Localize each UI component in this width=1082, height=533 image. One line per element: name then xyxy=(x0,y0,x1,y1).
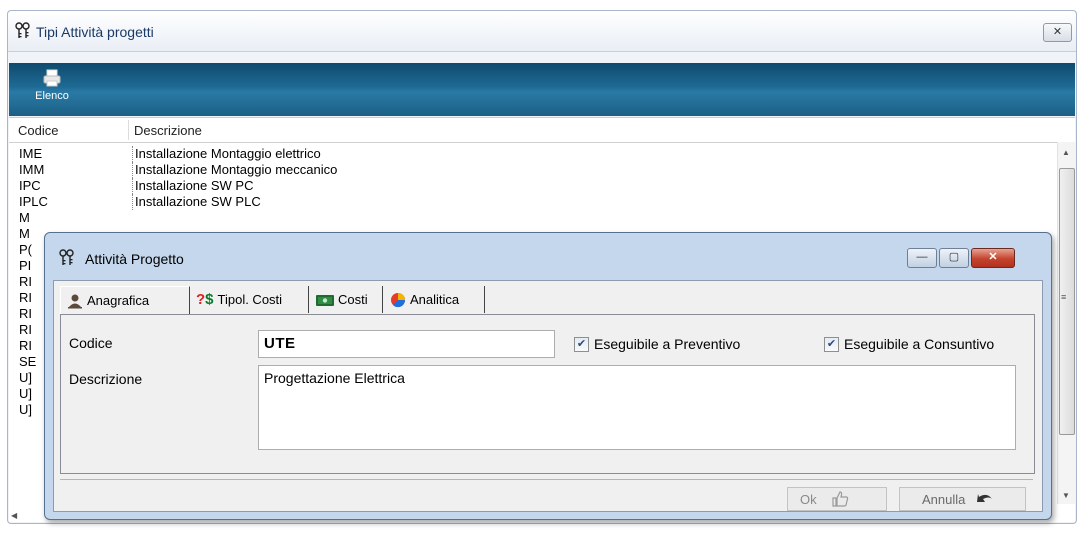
table-row[interactable]: IPLC Installazione SW PLC xyxy=(9,194,1049,210)
row-code: U] xyxy=(19,386,32,401)
checkbox-label: Eseguibile a Preventivo xyxy=(594,336,741,352)
thumbs-up-icon xyxy=(832,491,848,507)
table-row[interactable]: IME Installazione Montaggio elettrico xyxy=(9,146,1049,162)
tab-analitica[interactable]: Analitica xyxy=(384,286,485,313)
row-code: P( xyxy=(19,242,32,257)
table-row[interactable]: IMM Installazione Montaggio meccanico xyxy=(9,162,1049,178)
close-icon: ✕ xyxy=(1052,26,1063,38)
column-header-codice[interactable]: Codice xyxy=(18,123,58,138)
row-code: RI xyxy=(19,290,32,305)
row-code: U] xyxy=(19,402,32,417)
main-window-titlebar[interactable]: Tipi Attività progetti ✕ xyxy=(8,11,1076,52)
row-code: RI xyxy=(19,338,32,353)
keys-icon xyxy=(14,22,32,40)
row-code: RI xyxy=(19,322,32,337)
column-separator[interactable] xyxy=(128,120,129,140)
main-window-close-button[interactable]: ✕ xyxy=(1043,23,1072,42)
row-code: M xyxy=(19,210,30,225)
money-icon xyxy=(316,294,334,306)
dialog-close-button[interactable]: ✕ xyxy=(971,248,1015,268)
column-header-descrizione[interactable]: Descrizione xyxy=(134,123,202,138)
row-code: PI xyxy=(19,258,32,273)
checkmark-icon: ✔ xyxy=(574,336,589,352)
descrizione-textarea[interactable]: Progettazione Elettrica xyxy=(258,365,1016,450)
elenco-label: Elenco xyxy=(35,90,69,102)
attivita-progetto-dialog: Attività Progetto — ▢ ✕ Anagrafica ?$ Ti… xyxy=(44,232,1052,520)
question-dollar-icon: ?$ xyxy=(196,291,214,308)
row-code: IMM xyxy=(19,162,45,177)
elenco-button[interactable]: Elenco xyxy=(21,67,83,111)
print-icon xyxy=(43,69,61,87)
minimize-icon: — xyxy=(916,251,928,263)
checkbox-label: Eseguibile a Consuntivo xyxy=(844,336,995,352)
codice-value: UTE xyxy=(264,335,296,352)
tab-label: Analitica xyxy=(410,292,460,307)
descrizione-label: Descrizione xyxy=(69,371,143,387)
divider xyxy=(60,479,1033,480)
row-code: M xyxy=(19,226,30,241)
annulla-button[interactable]: Annulla xyxy=(899,487,1026,511)
list-header: Codice Descrizione xyxy=(9,118,1075,143)
vertical-scrollbar[interactable]: ▲ ≡ ▼ xyxy=(1057,142,1075,504)
tab-label: Tipol. Costi xyxy=(217,292,283,307)
scroll-left-icon[interactable]: ◀ xyxy=(11,511,17,520)
dialog-client-area: Anagrafica ?$ Tipol. Costi Costi Analiti… xyxy=(53,280,1043,512)
dialog-title: Attività Progetto xyxy=(85,251,184,267)
row-code: IPC xyxy=(19,178,41,193)
pie-chart-icon xyxy=(391,292,406,307)
minimize-button[interactable]: — xyxy=(907,248,937,268)
tab-label: Anagrafica xyxy=(87,293,150,308)
row-desc: Installazione SW PLC xyxy=(132,194,261,210)
eseguibile-preventivo-checkbox[interactable]: ✔ Eseguibile a Preventivo xyxy=(574,336,740,352)
annulla-label: Annulla xyxy=(922,491,966,507)
scroll-down-icon[interactable]: ▼ xyxy=(1062,491,1070,500)
row-code: SE xyxy=(19,354,37,369)
ok-button[interactable]: Ok xyxy=(787,487,887,511)
tab-costi[interactable]: Costi xyxy=(310,286,383,313)
scroll-up-icon[interactable]: ▲ xyxy=(1062,148,1070,157)
row-desc: Installazione SW PC xyxy=(132,178,254,194)
close-icon: ✕ xyxy=(988,251,998,263)
ok-label: Ok xyxy=(800,491,817,507)
toolbar: Elenco xyxy=(9,63,1075,116)
table-row[interactable]: M xyxy=(9,210,1049,226)
codice-field[interactable]: UTE xyxy=(258,330,555,358)
tab-tipol-costi[interactable]: ?$ Tipol. Costi xyxy=(190,286,309,313)
table-row[interactable]: IPC Installazione SW PC xyxy=(9,178,1049,194)
row-code: RI xyxy=(19,306,32,321)
grip-icon: ≡ xyxy=(1061,292,1067,302)
tab-label: Costi xyxy=(338,292,368,307)
keys-icon xyxy=(58,249,76,267)
row-desc: Installazione Montaggio elettrico xyxy=(132,146,321,162)
maximize-button[interactable]: ▢ xyxy=(939,248,969,268)
eseguibile-consuntivo-checkbox[interactable]: ✔ Eseguibile a Consuntivo xyxy=(824,336,994,352)
anagrafica-panel: Codice UTE ✔ Eseguibile a Preventivo ✔ E… xyxy=(60,314,1035,474)
row-code: IME xyxy=(19,146,43,161)
codice-label: Codice xyxy=(69,335,113,351)
person-stamp-icon xyxy=(68,294,82,308)
descrizione-value: Progettazione Elettrica xyxy=(264,370,405,386)
row-code: RI xyxy=(19,274,32,289)
checkmark-icon: ✔ xyxy=(824,336,839,352)
row-code: U] xyxy=(19,370,32,385)
row-code: IPLC xyxy=(19,194,48,209)
main-window-title: Tipi Attività progetti xyxy=(36,24,154,40)
maximize-icon: ▢ xyxy=(948,251,960,263)
row-desc: Installazione Montaggio meccanico xyxy=(132,162,337,178)
undo-icon xyxy=(977,494,993,502)
tab-anagrafica[interactable]: Anagrafica xyxy=(60,286,190,314)
